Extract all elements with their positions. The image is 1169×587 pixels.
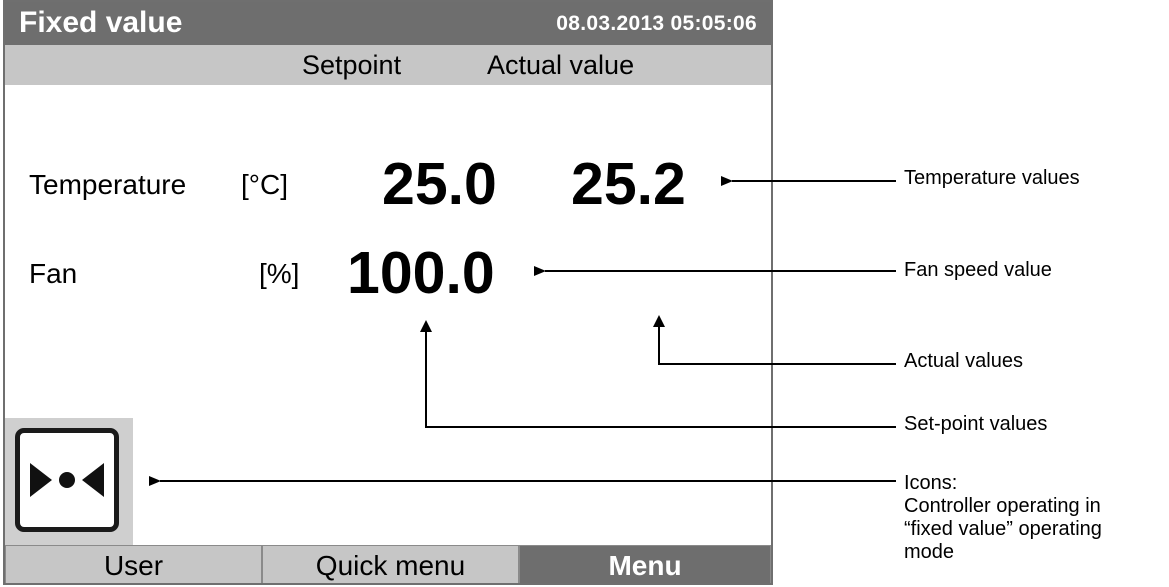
icons-annotation-title: Icons: <box>904 472 958 494</box>
setpoint-values-arrowhead <box>420 320 432 332</box>
setpoint-values-arrow-line <box>425 327 896 428</box>
actual-values-arrowhead <box>653 315 665 327</box>
actual-values-arrow-line <box>658 322 896 365</box>
icons-annotation: Icons: Controller operating in “fixed va… <box>904 472 1102 564</box>
actual-values-annotation: Actual values <box>904 350 1023 372</box>
icons-annotation-line1: Controller operating in <box>904 495 1101 517</box>
setpoint-values-annotation: Set-point values <box>904 413 1048 435</box>
icons-annotation-line2: “fixed value” operating <box>904 518 1102 540</box>
icons-annotation-line3: mode <box>904 541 955 563</box>
fan-speed-value-annotation: Fan speed value <box>904 259 1052 281</box>
temperature-values-annotation: Temperature values <box>904 167 1080 189</box>
